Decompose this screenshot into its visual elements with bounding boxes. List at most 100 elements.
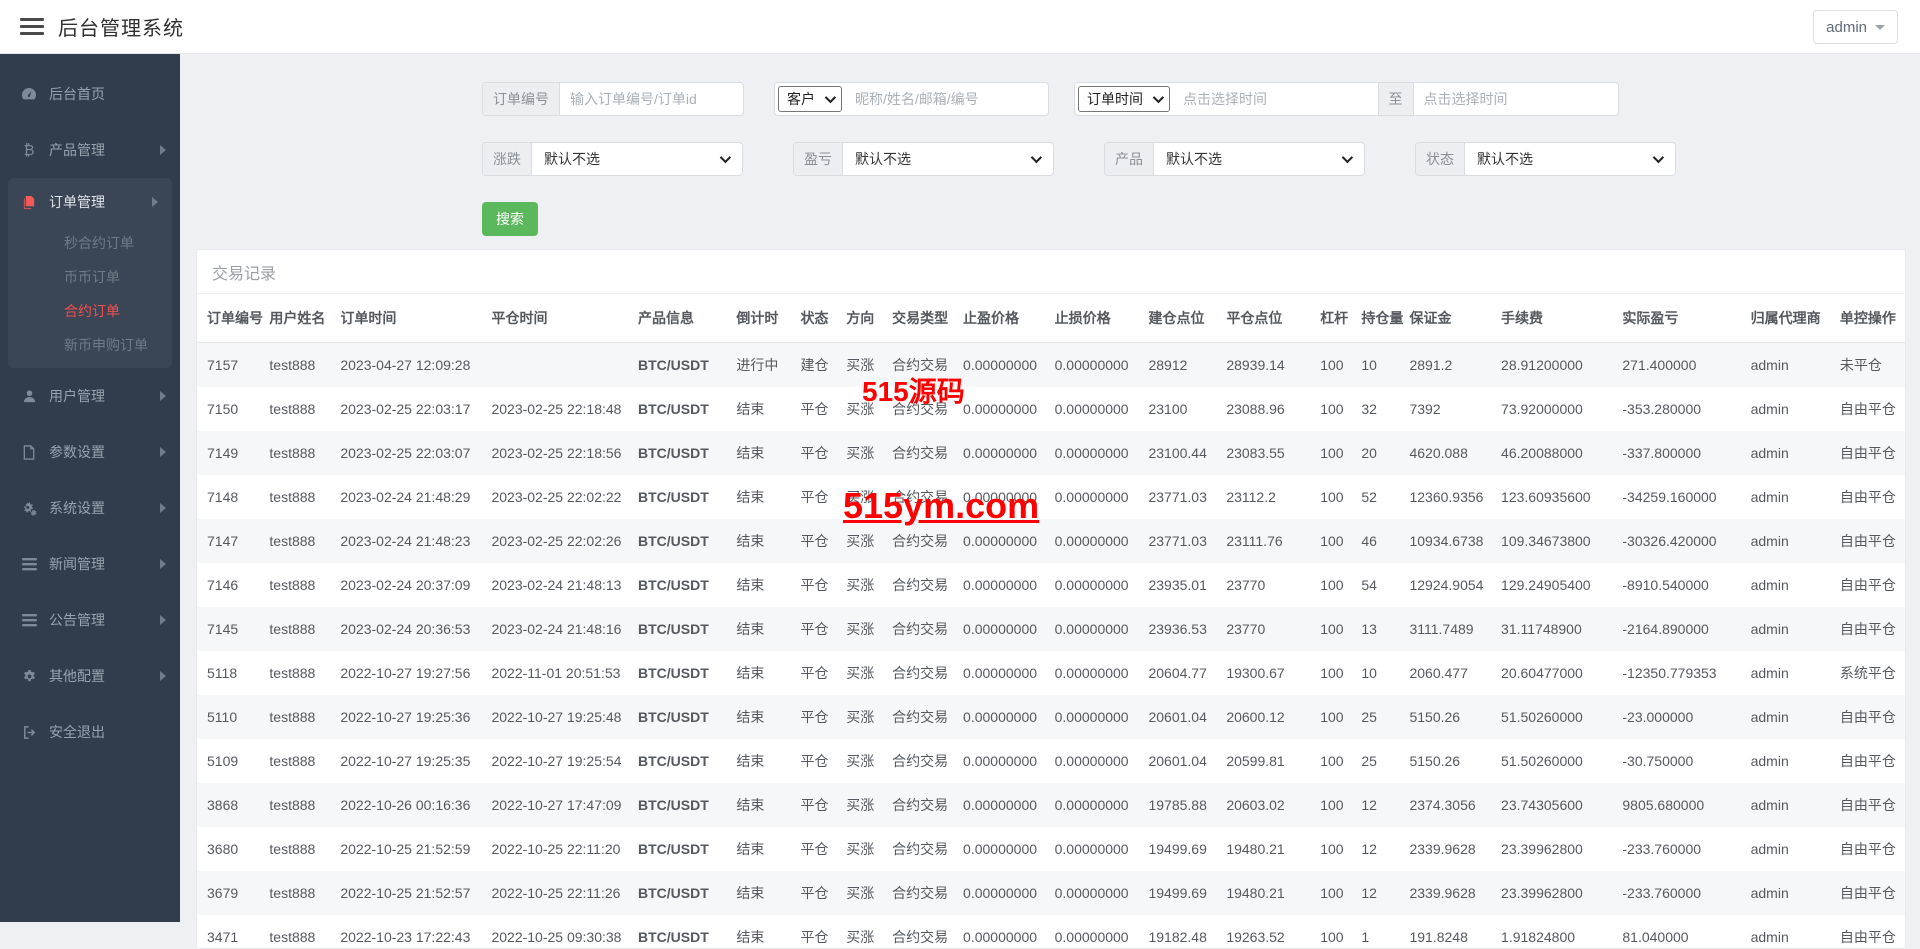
sidebar-item-1[interactable]: 后台首页 (0, 66, 180, 122)
cell-profit: -12350.779353 (1616, 651, 1744, 695)
sidebar-subitem[interactable]: 秒合约订单 (8, 226, 172, 260)
cell-profit: 9805.680000 (1616, 783, 1744, 827)
sidebar-item-label: 新闻管理 (49, 554, 160, 574)
cell-amount: 10 (1355, 343, 1403, 388)
cell-close_point: 20603.02 (1220, 783, 1314, 827)
status-select[interactable]: 默认不选 (1465, 143, 1675, 175)
sidebar-item-label: 产品管理 (49, 140, 160, 160)
order-no-input[interactable] (560, 83, 743, 115)
sidebar-subitem[interactable]: 新币申购订单 (8, 328, 172, 362)
sidebar-subitem[interactable]: 合约订单 (8, 294, 172, 328)
cell-profit: -30326.420000 (1616, 519, 1744, 563)
column-header: 单控操作 (1834, 294, 1905, 343)
cell-countdown: 结束 (730, 871, 794, 915)
user-name: admin (1826, 19, 1867, 36)
cell-control: 自由平仓 (1834, 739, 1905, 783)
hamburger-menu-icon[interactable] (20, 18, 44, 35)
cell-countdown: 结束 (730, 475, 794, 519)
cell-countdown: 结束 (730, 915, 794, 949)
sidebar-item-9[interactable]: 其他配置 (0, 648, 180, 704)
column-header: 交易类型 (886, 294, 957, 343)
sidebar-item-3[interactable]: 订单管理 (8, 178, 172, 226)
cell-user: test888 (263, 431, 334, 475)
cell-fee: 23.39962800 (1495, 871, 1616, 915)
time-type-select[interactable]: 订单时间 (1078, 86, 1170, 112)
sidebar-subitem[interactable]: 币币订单 (8, 260, 172, 294)
cell-countdown: 结束 (730, 519, 794, 563)
column-header: 倒计时 (730, 294, 794, 343)
cell-profit: -337.800000 (1616, 431, 1744, 475)
cell-user: test888 (263, 695, 334, 739)
column-header: 杠杆 (1314, 294, 1355, 343)
time-to-input[interactable] (1414, 83, 1619, 115)
column-header: 归属代理商 (1745, 294, 1834, 343)
table-row: 7150test8882023-02-25 22:03:172023-02-25… (197, 387, 1905, 431)
cell-leverage: 100 (1314, 431, 1355, 475)
column-header: 保证金 (1403, 294, 1495, 343)
column-header: 用户姓名 (263, 294, 334, 343)
cell-amount: 12 (1355, 783, 1403, 827)
user-dropdown-button[interactable]: admin (1813, 10, 1898, 44)
sidebar-item-5[interactable]: 参数设置 (0, 424, 180, 480)
cell-open_point: 23771.03 (1142, 475, 1220, 519)
updown-label: 涨跌 (483, 143, 532, 175)
cell-open_point: 19785.88 (1142, 783, 1220, 827)
customer-select[interactable]: 客户 (778, 86, 842, 112)
profit-select[interactable]: 默认不选 (843, 143, 1053, 175)
chevron-down-icon (1653, 152, 1664, 163)
column-header: 产品信息 (632, 294, 730, 343)
sidebar-item-2[interactable]: ₿产品管理 (0, 122, 180, 178)
sidebar-item-4[interactable]: 用户管理 (0, 368, 180, 424)
search-button[interactable]: 搜索 (482, 202, 538, 236)
sidebar-item-6[interactable]: 系统设置 (0, 480, 180, 536)
table-row: 3680test8882022-10-25 21:52:592022-10-25… (197, 827, 1905, 871)
cell-product: BTC/USDT (632, 739, 730, 783)
cell-stop_loss: 0.00000000 (1049, 827, 1143, 871)
cell-amount: 12 (1355, 827, 1403, 871)
column-header: 平仓时间 (485, 294, 632, 343)
cell-agent: admin (1745, 695, 1834, 739)
records-card: 交易记录 订单编号用户姓名订单时间平仓时间产品信息倒计时状态方向交易类型止盈价格… (196, 249, 1906, 949)
cell-margin: 2339.9628 (1403, 871, 1495, 915)
cell-control: 系统平仓 (1834, 651, 1905, 695)
sidebar-item-8[interactable]: 公告管理 (0, 592, 180, 648)
cell-close_time: 2022-10-27 17:47:09 (485, 783, 632, 827)
chevron-down-icon (720, 152, 731, 163)
cell-stop_loss: 0.00000000 (1049, 695, 1143, 739)
cell-id: 3471 (197, 915, 263, 949)
cell-take_profit: 0.00000000 (957, 827, 1049, 871)
chevron-right-icon (160, 503, 166, 513)
time-from-input[interactable] (1173, 83, 1378, 115)
updown-select[interactable]: 默认不选 (532, 143, 742, 175)
cell-status: 平仓 (795, 607, 841, 651)
sidebar-item-7[interactable]: 新闻管理 (0, 536, 180, 592)
cell-product: BTC/USDT (632, 651, 730, 695)
cell-take_profit: 0.00000000 (957, 475, 1049, 519)
table-row: 7147test8882023-02-24 21:48:232023-02-25… (197, 519, 1905, 563)
profit-label: 盈亏 (794, 143, 843, 175)
product-select[interactable]: 默认不选 (1154, 143, 1364, 175)
column-header: 建仓点位 (1142, 294, 1220, 343)
sidebar-group-open: 订单管理秒合约订单币币订单合约订单新币申购订单 (8, 178, 172, 368)
chevron-right-icon (160, 391, 166, 401)
cell-fee: 20.60477000 (1495, 651, 1616, 695)
cell-countdown: 结束 (730, 739, 794, 783)
cell-agent: admin (1745, 827, 1834, 871)
cell-stop_loss: 0.00000000 (1049, 475, 1143, 519)
cell-take_profit: 0.00000000 (957, 607, 1049, 651)
sidebar-item-label: 参数设置 (49, 442, 160, 462)
cell-control: 自由平仓 (1834, 563, 1905, 607)
top-header: 后台管理系统 admin (0, 0, 1920, 54)
cell-close_point: 23111.76 (1220, 519, 1314, 563)
chevron-right-icon (160, 447, 166, 457)
cell-leverage: 100 (1314, 871, 1355, 915)
status-label: 状态 (1416, 143, 1465, 175)
cell-trade_type: 合约交易 (886, 651, 957, 695)
sidebar-item-10[interactable]: 安全退出 (0, 704, 180, 760)
cell-close_point: 19480.21 (1220, 871, 1314, 915)
cell-status: 平仓 (795, 695, 841, 739)
customer-input[interactable] (845, 83, 1048, 115)
cell-agent: admin (1745, 651, 1834, 695)
cell-control: 自由平仓 (1834, 827, 1905, 871)
cell-status: 平仓 (795, 827, 841, 871)
